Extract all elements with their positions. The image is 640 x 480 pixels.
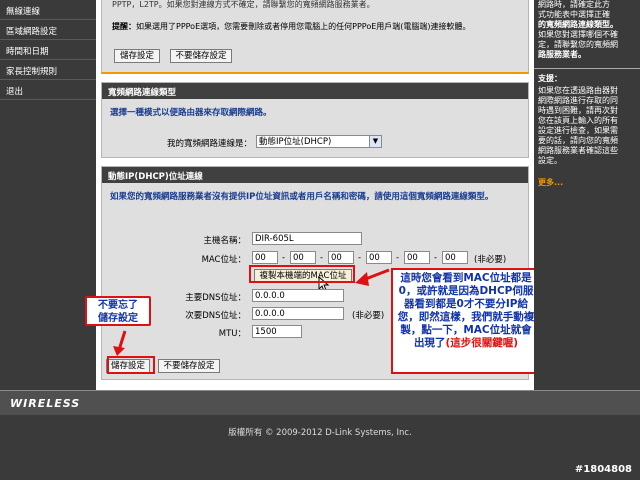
remember-save-note: 不要忘了 儲存設定 xyxy=(85,296,151,326)
conn-type-desc: 選擇一種模式以便路由器來存取網際網路。 xyxy=(110,108,272,118)
help-line: 設定。 xyxy=(538,156,562,165)
conn-type-select-value: 動態IP位址(DHCP) xyxy=(259,137,332,147)
help-line: 如果您對選擇哪個不確 xyxy=(538,30,618,39)
sidebar-item-wireless[interactable]: 無線連線 xyxy=(0,0,96,20)
brand-bar: WIRELESS xyxy=(0,390,640,415)
help-line: 路服務業者。 xyxy=(538,50,586,59)
intro-text: PPTP，L2TP。如果您對連線方式不確定，請聯繫您的寬頻網路服務業者。 xyxy=(112,0,375,9)
help-divider xyxy=(534,68,640,69)
sidebar: 無線連線 區域網路設定 時間和日期 家長控制規則 退出 xyxy=(0,0,96,390)
mac-sep: - xyxy=(358,253,362,263)
remember-line-1: 不要忘了 xyxy=(98,300,138,311)
help-line: 您在該頁上輸入的所有 xyxy=(538,116,618,125)
remember-line-2: 儲存設定 xyxy=(98,313,138,324)
help-tips-title: 支援： xyxy=(538,74,562,83)
mac-sep: - xyxy=(396,253,400,263)
mac-sep: - xyxy=(282,253,286,263)
dont-save-button[interactable]: 不要儲存設定 xyxy=(158,359,220,373)
mac-sep: - xyxy=(320,253,324,263)
sidebar-item-lan[interactable]: 區域網路設定 xyxy=(0,20,96,40)
help-top-text: 網路時，請確定此方 式功能表中選擇正確 的寬頻網路連線類型。 如果您對選擇哪個不… xyxy=(538,0,618,60)
help-panel: 網路時，請確定此方 式功能表中選擇正確 的寬頻網路連線類型。 如果您對選擇哪個不… xyxy=(534,0,640,390)
dhcp-header: 動態IP(DHCP)位址連線 xyxy=(102,167,528,183)
mtu-label: MTU： xyxy=(218,329,246,339)
dns2-input[interactable]: 0.0.0.0 xyxy=(252,307,344,320)
dns2-label: 次要DNS位址： xyxy=(185,311,246,321)
arrow-left-icon xyxy=(355,268,390,286)
dhcp-desc: 如果您的寬頻網路服務業者沒有提供IP位址資訊或者用戶名稱和密碼，請使用這個寬頻網… xyxy=(110,192,494,202)
clone-highlight xyxy=(249,265,355,283)
save-button-top[interactable]: 儲存設定 xyxy=(114,49,160,63)
main-panel: PPTP，L2TP。如果您對連線方式不確定，請聯繫您的寬頻網路服務業者。 提醒：… xyxy=(85,0,541,390)
save-highlight xyxy=(107,356,155,374)
watermark-text: #1804808 xyxy=(574,464,632,475)
help-line: 網路時，請確定此方 xyxy=(538,0,610,9)
help-line: 網際網路進行存取的同 xyxy=(538,96,618,105)
sidebar-item-time[interactable]: 時間和日期 xyxy=(0,40,96,60)
mac-octet-1[interactable]: 00 xyxy=(252,251,278,264)
mac-clone-note: 這時您會看到MAC位址都是0，或許就是因為DHCP伺服器看到都是0才不要分IP給… xyxy=(391,268,541,374)
tip-text: 提醒：如果選用了PPPoE選項，您需要刪除或者停用您電腦上的任何PPPoE用戶端… xyxy=(112,21,522,32)
mac-octet-4[interactable]: 00 xyxy=(366,251,392,264)
mac-octet-3[interactable]: 00 xyxy=(328,251,354,264)
arrow-down-icon xyxy=(113,330,127,356)
help-line: 定，請聯繫您的寬頻網 xyxy=(538,40,618,49)
chevron-down-icon[interactable]: ▼ xyxy=(369,136,381,147)
host-label: 主機名稱： xyxy=(203,236,246,246)
mtu-input[interactable]: 1500 xyxy=(252,325,302,338)
tip-body: 如果選用了PPPoE選項，您需要刪除或者停用您電腦上的任何PPPoE用戶端(電腦… xyxy=(136,22,471,31)
help-tips-text: 如果您在透過路由器對 網際網路進行存取的同 時遇到困難，請再次對 您在該頁上輸入… xyxy=(538,86,618,166)
mac-optional-label: (非必要) xyxy=(474,255,507,265)
conn-type-section: 寬頻網路連線類型 選擇一種模式以便路由器來存取網際網路。 我的寬頻網路連線是： … xyxy=(101,82,529,158)
mac-label: MAC位址： xyxy=(201,255,246,265)
sidebar-item-parental[interactable]: 家長控制規則 xyxy=(0,60,96,80)
conn-type-header: 寬頻網路連線類型 xyxy=(102,83,528,99)
help-line: 網路服務業者確認這些 xyxy=(538,146,618,155)
tip-label: 提醒： xyxy=(112,22,136,31)
dns1-label: 主要DNS位址： xyxy=(185,293,246,303)
sidebar-item-logout[interactable]: 退出 xyxy=(0,80,96,100)
host-input[interactable]: DIR-605L xyxy=(252,232,362,245)
intro-box: PPTP，L2TP。如果您對連線方式不確定，請聯繫您的寬頻網路服務業者。 提醒：… xyxy=(101,0,529,74)
help-line: 如果您在透過路由器對 xyxy=(538,86,618,95)
dont-save-button-top[interactable]: 不要儲存設定 xyxy=(170,49,232,63)
help-more-link[interactable]: 更多... xyxy=(538,178,563,188)
wireless-logo: WIRELESS xyxy=(10,397,81,410)
conn-type-label: 我的寬頻網路連線是： xyxy=(166,139,252,149)
help-line: 的寬頻網路連線類型。 xyxy=(538,20,618,29)
dns1-input[interactable]: 0.0.0.0 xyxy=(252,289,344,302)
mac-octet-5[interactable]: 00 xyxy=(404,251,430,264)
conn-type-select[interactable]: 動態IP位址(DHCP) ▼ xyxy=(256,135,382,148)
help-line: 式功能表中選擇正確 xyxy=(538,10,610,19)
mac-octet-2[interactable]: 00 xyxy=(290,251,316,264)
copyright-text: 版權所有 © 2009-2012 D-Link Systems, Inc. xyxy=(228,428,412,438)
help-line: 時遇到困難，請再次對 xyxy=(538,106,618,115)
dns2-optional-label: (非必要) xyxy=(352,311,385,321)
help-line: 要的話，請向您的寬頻 xyxy=(538,136,618,145)
mac-note-red-text: (這步很關鍵喔) xyxy=(445,337,519,349)
footer: 版權所有 © 2009-2012 D-Link Systems, Inc. #1… xyxy=(0,415,640,480)
help-line: 設定進行檢查，如果需 xyxy=(538,126,618,135)
mac-sep: - xyxy=(434,253,438,263)
mac-octet-6[interactable]: 00 xyxy=(442,251,468,264)
